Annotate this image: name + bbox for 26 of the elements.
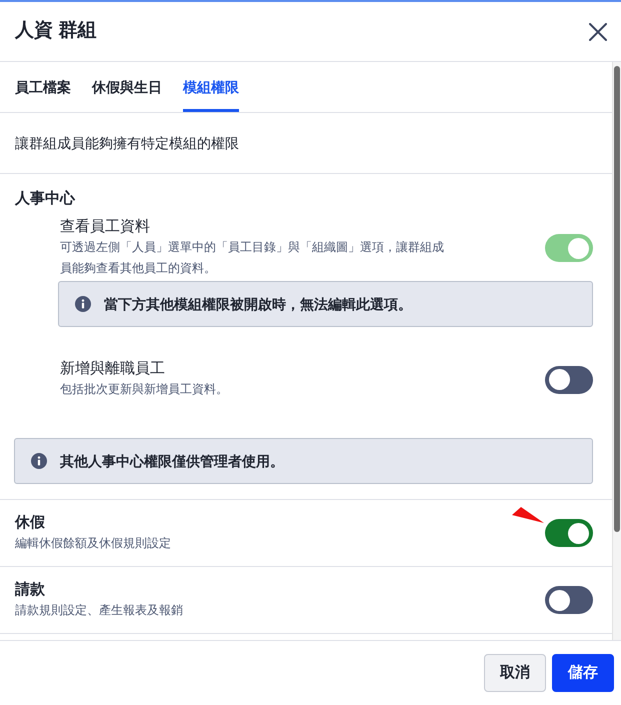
permission-title: 查看員工資料 (60, 217, 150, 237)
close-icon (589, 22, 607, 40)
cancel-button[interactable]: 取消 (484, 654, 546, 692)
module-title: 請款 (15, 580, 45, 600)
permission-description: 包括批次更新與新增員工資料。 (60, 381, 228, 398)
close-button[interactable] (587, 20, 609, 42)
save-button[interactable]: 儲存 (552, 654, 614, 692)
tab[interactable]: 模組權限 (183, 62, 239, 112)
module-description: 編輯休假餘額及休假規則設定 (15, 535, 171, 552)
info-icon (75, 296, 91, 312)
section-title: 人事中心 (15, 189, 75, 209)
toggle-switch[interactable] (545, 366, 593, 394)
info-icon (31, 453, 47, 469)
notice-text: 當下方其他模組權限被開啟時，無法編輯此選項。 (104, 294, 412, 314)
tab[interactable]: 休假與生日 (92, 62, 162, 112)
toggle-switch[interactable] (545, 519, 593, 547)
module-description: 請款規則設定、產生報表及報銷 (15, 602, 183, 619)
permission-title: 新增與離職員工 (60, 359, 165, 379)
notice-text: 其他人事中心權限僅供管理者使用。 (60, 452, 284, 470)
dialog-title: 人資 群組 (15, 19, 96, 44)
tab[interactable]: 員工檔案 (15, 62, 71, 112)
intro-text: 讓群組成員能夠擁有特定模組的權限 (15, 134, 239, 152)
module-title: 休假 (15, 513, 45, 533)
permission-description: 可透過左側「人員」選單中的「員工目錄」與「組織圖」選項，讓群組成員能夠查看其他員工的資料。 (60, 239, 445, 277)
scrollbar-thumb[interactable] (614, 66, 620, 532)
toggle-switch[interactable] (545, 586, 593, 614)
